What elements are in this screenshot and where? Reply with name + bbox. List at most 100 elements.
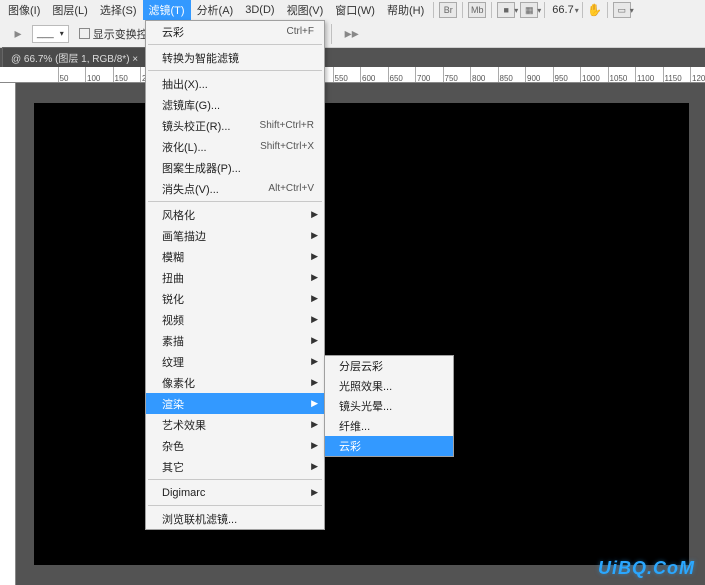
separator: [491, 2, 492, 18]
document-tab[interactable]: @ 66.7% (图层 1, RGB/8*) ×: [2, 47, 147, 67]
submenu-item[interactable]: 云彩: [325, 436, 453, 456]
horizontal-ruler: 5010015020025030035040045050055060065070…: [0, 67, 705, 83]
submenu-arrow-icon: ▶: [311, 314, 318, 325]
ruler-button[interactable]: ▦: [520, 2, 538, 18]
submenu-arrow-icon: ▶: [311, 487, 318, 498]
separator: [462, 2, 463, 18]
separator: [544, 2, 545, 18]
show-transform-checkbox[interactable]: [79, 28, 90, 39]
collapse-icon[interactable]: ▸: [8, 25, 28, 43]
render-submenu: 分层云彩光照效果... 镜头光晕... 纤维... 云彩: [324, 355, 454, 457]
menu-item[interactable]: 转换为智能滤镜: [146, 47, 324, 68]
menu-item-label: 渲染: [162, 396, 184, 412]
menu-item[interactable]: 图案生成器(P)...: [146, 157, 324, 178]
menu-window[interactable]: 窗口(W): [329, 0, 381, 20]
menu-item[interactable]: 云彩Ctrl+F: [146, 21, 324, 42]
menu-item[interactable]: 风格化▶: [146, 204, 324, 225]
submenu-item[interactable]: 纤维...: [325, 416, 453, 436]
bridge-button[interactable]: Br: [439, 2, 457, 18]
submenu-arrow-icon: ▶: [311, 377, 318, 388]
menu-item[interactable]: 其它▶: [146, 456, 324, 477]
menu-item-label: 画笔描边: [162, 228, 206, 244]
menu-separator: [148, 70, 322, 71]
dropdown-arrow-icon[interactable]: ▾: [537, 6, 541, 15]
submenu-arrow-icon: ▶: [311, 251, 318, 262]
menu-item[interactable]: 锐化 ▶: [146, 288, 324, 309]
menu-item[interactable]: 像素化▶: [146, 372, 324, 393]
menu-image[interactable]: 图像(I): [2, 0, 46, 20]
menu-item-label: 镜头校正(R)...: [162, 118, 230, 134]
menu-item[interactable]: 渲染 ▶: [146, 393, 324, 414]
menu-select[interactable]: 选择(S): [94, 0, 143, 20]
menu-item-label: 液化(L)...: [162, 139, 207, 155]
dropdown-arrow-icon[interactable]: ▾: [514, 6, 518, 15]
menu-item[interactable]: 浏览联机滤镜...: [146, 508, 324, 529]
menu-item[interactable]: 模糊 ▶: [146, 246, 324, 267]
menu-item[interactable]: 艺术效果 ▶: [146, 414, 324, 435]
hand-tool-icon[interactable]: ✋: [586, 2, 604, 18]
zoom-level[interactable]: 66.7: [548, 4, 577, 16]
menu-item-label: 滤镜库(G)...: [162, 97, 220, 113]
menu-item-label: Digimarc: [162, 487, 205, 499]
menu-shortcut: Alt+Ctrl+V: [268, 183, 314, 194]
submenu-item-label: 光照效果...: [339, 378, 392, 394]
menu-item[interactable]: Digimarc ▶: [146, 482, 324, 503]
submenu-arrow-icon: ▶: [311, 398, 318, 409]
menu-item-label: 视频: [162, 312, 184, 328]
canvas[interactable]: [34, 103, 689, 565]
screenmode-button[interactable]: ▭: [613, 2, 631, 18]
minibridge-button[interactable]: Mb: [468, 2, 486, 18]
menu-item[interactable]: 液化(L)... Shift+Ctrl+X: [146, 136, 324, 157]
menu-item[interactable]: 素描▶: [146, 330, 324, 351]
submenu-arrow-icon: ▶: [311, 419, 318, 430]
separator: [433, 2, 434, 18]
filter-menu-dropdown: 云彩Ctrl+F 转换为智能滤镜抽出(X)... 滤镜库(G)... 镜头校正(R).…: [145, 20, 325, 530]
menu-item[interactable]: 扭曲▶: [146, 267, 324, 288]
submenu-arrow-icon: ▶: [311, 272, 318, 283]
menu-item-label: 艺术效果: [162, 417, 206, 433]
menu-item[interactable]: 视频 ▶: [146, 309, 324, 330]
menu-separator: [148, 44, 322, 45]
grid-button[interactable]: ■: [497, 2, 515, 18]
menu-item-label: 素描: [162, 333, 184, 349]
submenu-item[interactable]: 光照效果...: [325, 376, 453, 396]
separator: [331, 24, 332, 44]
menu-3d[interactable]: 3D(D): [239, 2, 280, 18]
menu-item-label: 消失点(V)...: [162, 181, 219, 197]
dropdown-arrow-icon[interactable]: ▾: [575, 6, 579, 15]
menu-item[interactable]: 纹理▶: [146, 351, 324, 372]
separator: [607, 2, 608, 18]
menu-item-label: 其它: [162, 459, 184, 475]
menu-layer[interactable]: 图层(L): [46, 0, 93, 20]
menu-view[interactable]: 视图(V): [281, 0, 330, 20]
menu-item[interactable]: 消失点(V)... Alt+Ctrl+V: [146, 178, 324, 199]
menu-item-label: 杂色: [162, 438, 184, 454]
dropdown-arrow-icon[interactable]: ▾: [630, 6, 634, 15]
menu-item[interactable]: 抽出(X)...: [146, 73, 324, 94]
menu-item[interactable]: 画笔描边 ▶: [146, 225, 324, 246]
menu-analysis[interactable]: 分析(A): [191, 0, 240, 20]
menu-item-label: 浏览联机滤镜...: [162, 511, 237, 527]
menu-item-label: 模糊: [162, 249, 184, 265]
submenu-arrow-icon: ▶: [311, 230, 318, 241]
menu-help[interactable]: 帮助(H): [381, 0, 430, 20]
dropdown-value: ___: [37, 28, 54, 39]
menu-item[interactable]: 杂色▶: [146, 435, 324, 456]
submenu-item-label: 纤维...: [339, 418, 370, 434]
menu-item-label: 风格化: [162, 207, 195, 223]
menu-item[interactable]: 镜头校正(R)...Shift+Ctrl+R: [146, 115, 324, 136]
menu-item-label: 转换为智能滤镜: [162, 50, 239, 66]
submenu-arrow-icon: ▶: [311, 356, 318, 367]
menu-filter[interactable]: 滤镜(T): [143, 0, 191, 20]
menu-separator: [148, 505, 322, 506]
submenu-item-label: 分层云彩: [339, 358, 383, 374]
submenu-item[interactable]: 镜头光晕...: [325, 396, 453, 416]
distribute-icon-3[interactable]: ▸▸: [342, 25, 362, 43]
menu-item-label: 抽出(X)...: [162, 76, 208, 92]
menu-item[interactable]: 滤镜库(G)...: [146, 94, 324, 115]
submenu-item[interactable]: 分层云彩: [325, 356, 453, 376]
menu-shortcut: Shift+Ctrl+X: [260, 141, 314, 152]
submenu-arrow-icon: ▶: [311, 293, 318, 304]
tool-preset-dropdown[interactable]: ___▾: [32, 25, 69, 43]
menu-item-label: 锐化: [162, 291, 184, 307]
